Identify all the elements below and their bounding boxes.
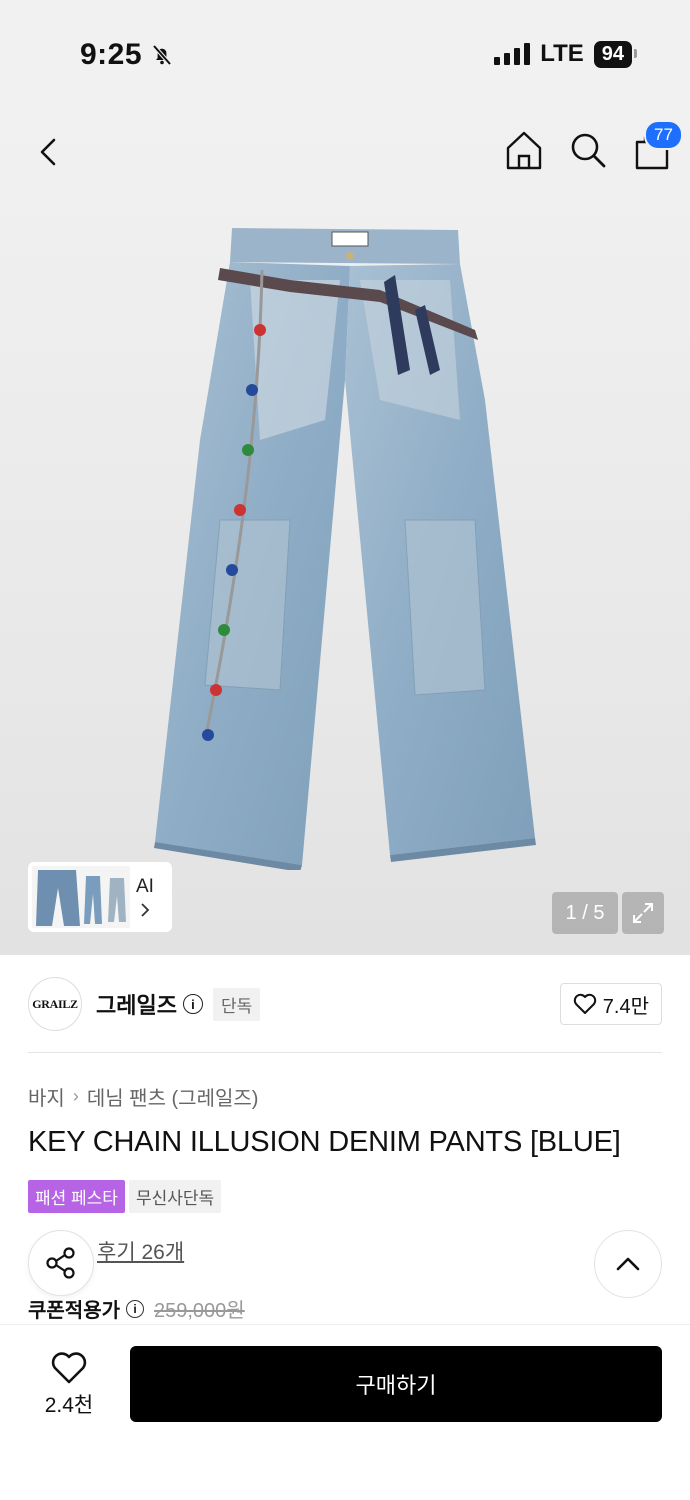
buy-button[interactable]: 구매하기 bbox=[130, 1346, 662, 1422]
similar-items-thumbnail[interactable]: AI bbox=[28, 862, 172, 932]
breadcrumb: 바지 › 데님 팬츠 (그레일즈) bbox=[28, 1082, 258, 1111]
home-button[interactable] bbox=[504, 128, 544, 172]
cart-button[interactable]: 77 bbox=[632, 120, 683, 172]
brand-like-count: 7.4만 bbox=[602, 995, 649, 1018]
search-icon bbox=[571, 133, 606, 168]
product-tags: 패션 페스타 무신사단독 bbox=[28, 1180, 222, 1213]
product-gallery[interactable]: 77 AI 1 / 5 bbox=[0, 110, 690, 955]
breadcrumb-category[interactable]: 바지 bbox=[28, 1082, 65, 1111]
chevron-right-icon: › bbox=[72, 1086, 79, 1106]
search-button[interactable] bbox=[568, 128, 608, 172]
brand-row: GRAILZ 그레일즈 i 단독 7.4만 bbox=[28, 976, 662, 1032]
brand-like-button[interactable]: 7.4만 bbox=[559, 983, 662, 1025]
expand-button[interactable] bbox=[622, 892, 664, 934]
scroll-top-button[interactable] bbox=[594, 1230, 662, 1298]
wishlist-count: 2.4천 bbox=[44, 1394, 94, 1417]
cart-count-badge: 77 bbox=[644, 120, 683, 150]
tag-musinsa-exclusive: 무신사단독 bbox=[128, 1180, 222, 1213]
signal-icon bbox=[494, 43, 531, 65]
chevron-up-icon bbox=[616, 1257, 640, 1271]
share-button[interactable] bbox=[28, 1230, 94, 1296]
chevron-left-icon bbox=[40, 138, 56, 166]
chevron-right-icon bbox=[141, 903, 150, 917]
product-image bbox=[154, 228, 536, 870]
brand-name[interactable]: 그레일즈 bbox=[96, 988, 177, 1020]
heart-icon bbox=[573, 993, 596, 1014]
price-row: 쿠폰적용가 i 259,000원 bbox=[28, 1294, 245, 1323]
thumbnail-image bbox=[32, 866, 130, 928]
tag-fashion-festa: 패션 페스타 bbox=[28, 1180, 125, 1213]
network-label: LTE bbox=[540, 40, 584, 67]
info-icon[interactable]: i bbox=[126, 1299, 144, 1318]
exclusive-badge: 단독 bbox=[212, 987, 261, 1021]
divider bbox=[28, 1052, 662, 1053]
bottom-action-bar: 2.4천 구매하기 bbox=[0, 1324, 690, 1500]
product-title: KEY CHAIN ILLUSION DENIM PANTS [BLUE] bbox=[28, 1126, 621, 1158]
expand-icon bbox=[633, 903, 653, 923]
image-pager: 1 / 5 bbox=[552, 892, 618, 934]
wishlist-button[interactable]: 2.4천 bbox=[38, 1351, 100, 1419]
back-button[interactable] bbox=[30, 132, 70, 172]
review-link[interactable]: 후기 26개 bbox=[97, 1236, 184, 1266]
share-icon bbox=[46, 1247, 75, 1279]
status-indicators: LTE 94 bbox=[494, 40, 638, 68]
ai-label: AI bbox=[136, 876, 154, 897]
status-time: 9:25 bbox=[80, 38, 174, 72]
battery-icon: 94 bbox=[593, 40, 638, 68]
bell-slash-icon bbox=[152, 44, 172, 66]
breadcrumb-subcategory[interactable]: 데님 팬츠 (그레일즈) bbox=[87, 1082, 259, 1111]
info-icon[interactable]: i bbox=[182, 994, 203, 1014]
ai-recommendation: AI bbox=[136, 876, 154, 918]
coupon-price-label: 쿠폰적용가 bbox=[28, 1300, 120, 1322]
brand-logo[interactable]: GRAILZ bbox=[28, 977, 82, 1031]
home-icon bbox=[506, 131, 542, 170]
status-time-text: 9:25 bbox=[80, 38, 143, 71]
header-actions: 77 bbox=[504, 120, 683, 172]
heart-icon bbox=[51, 1352, 87, 1384]
status-bar: 9:25 LTE 94 bbox=[0, 0, 690, 110]
original-price: 259,000원 bbox=[154, 1300, 245, 1322]
